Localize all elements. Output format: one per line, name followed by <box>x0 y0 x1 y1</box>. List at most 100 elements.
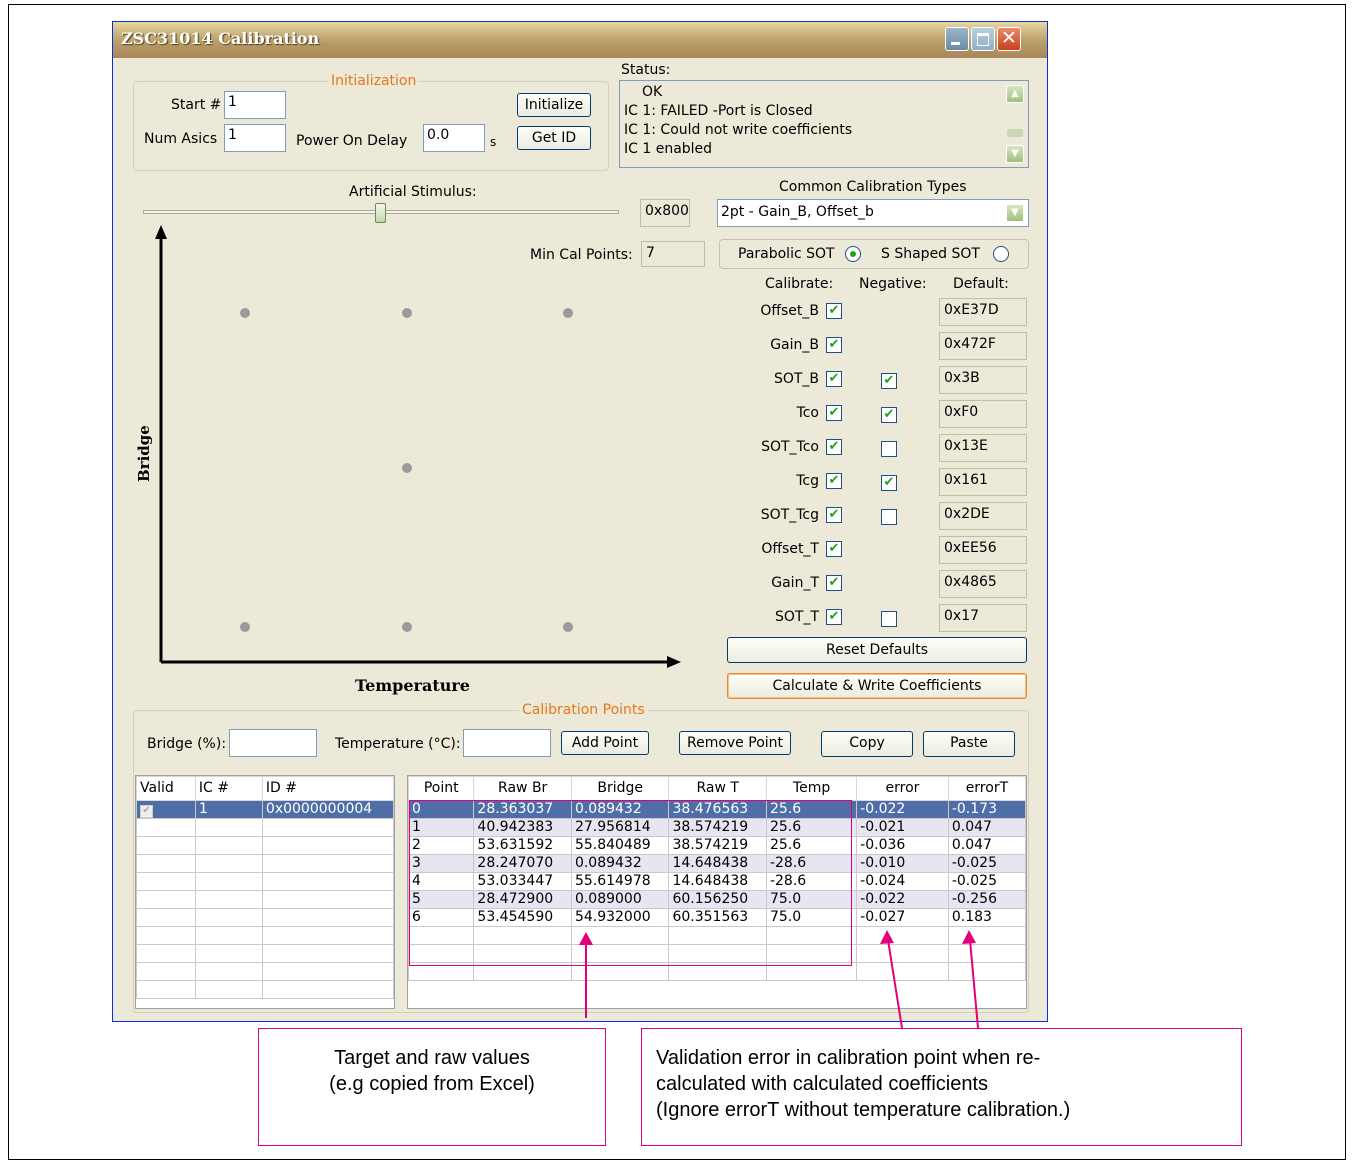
callout-left-line: (e.g copied from Excel) <box>329 1073 535 1095</box>
coefficient-name: SOT_Tco <box>761 439 819 455</box>
table-row[interactable] <box>136 872 394 891</box>
start-input[interactable]: 1 <box>224 91 286 119</box>
points-table-header[interactable]: Point <box>408 776 475 801</box>
table-row[interactable] <box>136 908 394 927</box>
table-cell[interactable]: -0.173 <box>947 800 1026 819</box>
calibrate-checkbox[interactable]: ✔ <box>826 371 842 387</box>
calibration-points-legend: Calibration Points <box>519 702 648 718</box>
plot-points <box>240 308 573 632</box>
table-row[interactable] <box>136 890 394 909</box>
valid-checkbox[interactable]: ✔ <box>136 800 196 819</box>
calibrate-checkbox[interactable]: ✔ <box>826 575 842 591</box>
coefficient-name: Tco <box>796 405 819 421</box>
table-cell[interactable]: 0.047 <box>947 818 1026 837</box>
calculate-write-button[interactable]: Calculate & Write Coefficients <box>727 673 1027 699</box>
points-table-header[interactable]: Bridge <box>570 776 670 801</box>
negative-checkbox[interactable] <box>881 611 897 627</box>
callout-arrowhead-errort-icon <box>962 930 976 944</box>
calibration-point-dot <box>563 308 573 318</box>
temperature-label: Temperature (°C): <box>335 736 461 752</box>
scroll-up-icon[interactable]: ▲ <box>1006 85 1024 103</box>
table-row[interactable] <box>136 980 394 999</box>
minimize-button[interactable] <box>945 27 969 51</box>
x-axis-arrow-icon <box>667 656 681 668</box>
title-bar[interactable]: ZSC31014 Calibration ✕ <box>113 22 1047 58</box>
close-button[interactable]: ✕ <box>997 27 1021 51</box>
scrollbar-thumb[interactable] <box>1007 129 1023 137</box>
table-cell[interactable]: -0.036 <box>856 836 949 855</box>
maximize-button[interactable] <box>971 27 995 51</box>
ic-table-header[interactable]: IC # <box>194 776 263 801</box>
initialization-legend: Initialization <box>328 73 420 89</box>
num-asics-label: Num Asics <box>144 131 218 147</box>
negative-checkbox[interactable] <box>881 509 897 525</box>
get-id-button[interactable]: Get ID <box>517 126 591 150</box>
remove-point-button[interactable]: Remove Point <box>679 731 791 755</box>
coefficient-name: SOT_Tcg <box>760 507 819 523</box>
status-line: IC 1 enabled <box>624 141 713 157</box>
table-cell[interactable]: -0.025 <box>947 872 1026 891</box>
calibrate-checkbox[interactable]: ✔ <box>826 507 842 523</box>
default-value: 0x2DE <box>939 502 1027 530</box>
calibration-plot <box>155 225 681 668</box>
window-title: ZSC31014 Calibration <box>121 29 320 48</box>
temperature-input[interactable] <box>463 729 551 757</box>
calibrate-checkbox[interactable]: ✔ <box>826 609 842 625</box>
copy-button[interactable]: Copy <box>821 731 913 757</box>
coefficient-name: SOT_T <box>774 609 819 625</box>
table-cell[interactable]: 0.183 <box>947 908 1026 927</box>
calibrate-checkbox[interactable]: ✔ <box>826 541 842 557</box>
bridge-input[interactable] <box>229 729 317 757</box>
callout-right-line: calculated with calculated coefficients <box>656 1073 989 1095</box>
calibrate-checkbox[interactable]: ✔ <box>826 303 842 319</box>
calibrate-checkbox[interactable]: ✔ <box>826 405 842 421</box>
table-cell[interactable]: -0.025 <box>947 854 1026 873</box>
chevron-down-icon[interactable]: ▼ <box>1006 204 1024 222</box>
paste-button[interactable]: Paste <box>923 731 1015 757</box>
table-row[interactable] <box>136 926 394 945</box>
table-cell[interactable]: -0.022 <box>856 800 949 819</box>
coefficient-name: Offset_B <box>760 303 819 319</box>
add-point-button[interactable]: Add Point <box>561 731 649 755</box>
table-cell[interactable]: -0.024 <box>856 872 949 891</box>
scroll-down-icon[interactable]: ▼ <box>1006 145 1024 163</box>
table-cell[interactable]: -0.256 <box>947 890 1026 909</box>
points-table-header[interactable]: Raw Br <box>473 776 572 801</box>
reset-defaults-button[interactable]: Reset Defaults <box>727 637 1027 663</box>
table-cell[interactable]: -0.021 <box>856 818 949 837</box>
ic-table-header[interactable]: ID # <box>261 776 394 801</box>
initialize-button[interactable]: Initialize <box>517 93 591 117</box>
parabolic-sot-radio[interactable] <box>845 246 861 262</box>
calibrate-checkbox[interactable]: ✔ <box>826 473 842 489</box>
table-cell[interactable]: 0.047 <box>947 836 1026 855</box>
table-row[interactable] <box>136 944 394 963</box>
calibrate-checkbox[interactable]: ✔ <box>826 439 842 455</box>
table-row[interactable]: ✔ 1 0x0000000004 <box>136 800 394 819</box>
table-cell[interactable]: -0.010 <box>856 854 949 873</box>
negative-checkbox[interactable]: ✔ <box>881 475 897 491</box>
calibrate-checkbox[interactable]: ✔ <box>826 337 842 353</box>
table-row[interactable] <box>136 962 394 981</box>
table-row[interactable] <box>136 854 394 873</box>
table-cell[interactable]: -0.027 <box>856 908 949 927</box>
ic-table-header[interactable]: Valid <box>136 776 196 801</box>
callout-right-line: (Ignore errorT without temperature calib… <box>656 1099 1071 1121</box>
negative-checkbox[interactable] <box>881 441 897 457</box>
calibration-types-label: Common Calibration Types <box>779 179 967 195</box>
points-table-header[interactable]: Raw T <box>668 776 767 801</box>
points-table-header[interactable]: error <box>856 776 949 801</box>
calibration-types-dropdown[interactable]: 2pt - Gain_B, Offset_b ▼ <box>717 199 1029 227</box>
points-table-header[interactable]: errorT <box>947 776 1026 801</box>
callout-arrowhead-left-icon <box>579 932 593 945</box>
power-on-delay-input[interactable]: 0.0 <box>423 124 485 152</box>
table-cell[interactable]: -0.022 <box>856 890 949 909</box>
status-label: Status: <box>621 62 671 78</box>
table-row[interactable] <box>136 818 394 837</box>
negative-checkbox[interactable]: ✔ <box>881 407 897 423</box>
negative-checkbox[interactable]: ✔ <box>881 373 897 389</box>
points-table-header[interactable]: Temp <box>765 776 858 801</box>
num-asics-input[interactable]: 1 <box>224 124 286 152</box>
s-shaped-sot-radio[interactable] <box>993 246 1009 262</box>
coefficient-name: SOT_B <box>773 371 819 387</box>
table-row[interactable] <box>136 836 394 855</box>
